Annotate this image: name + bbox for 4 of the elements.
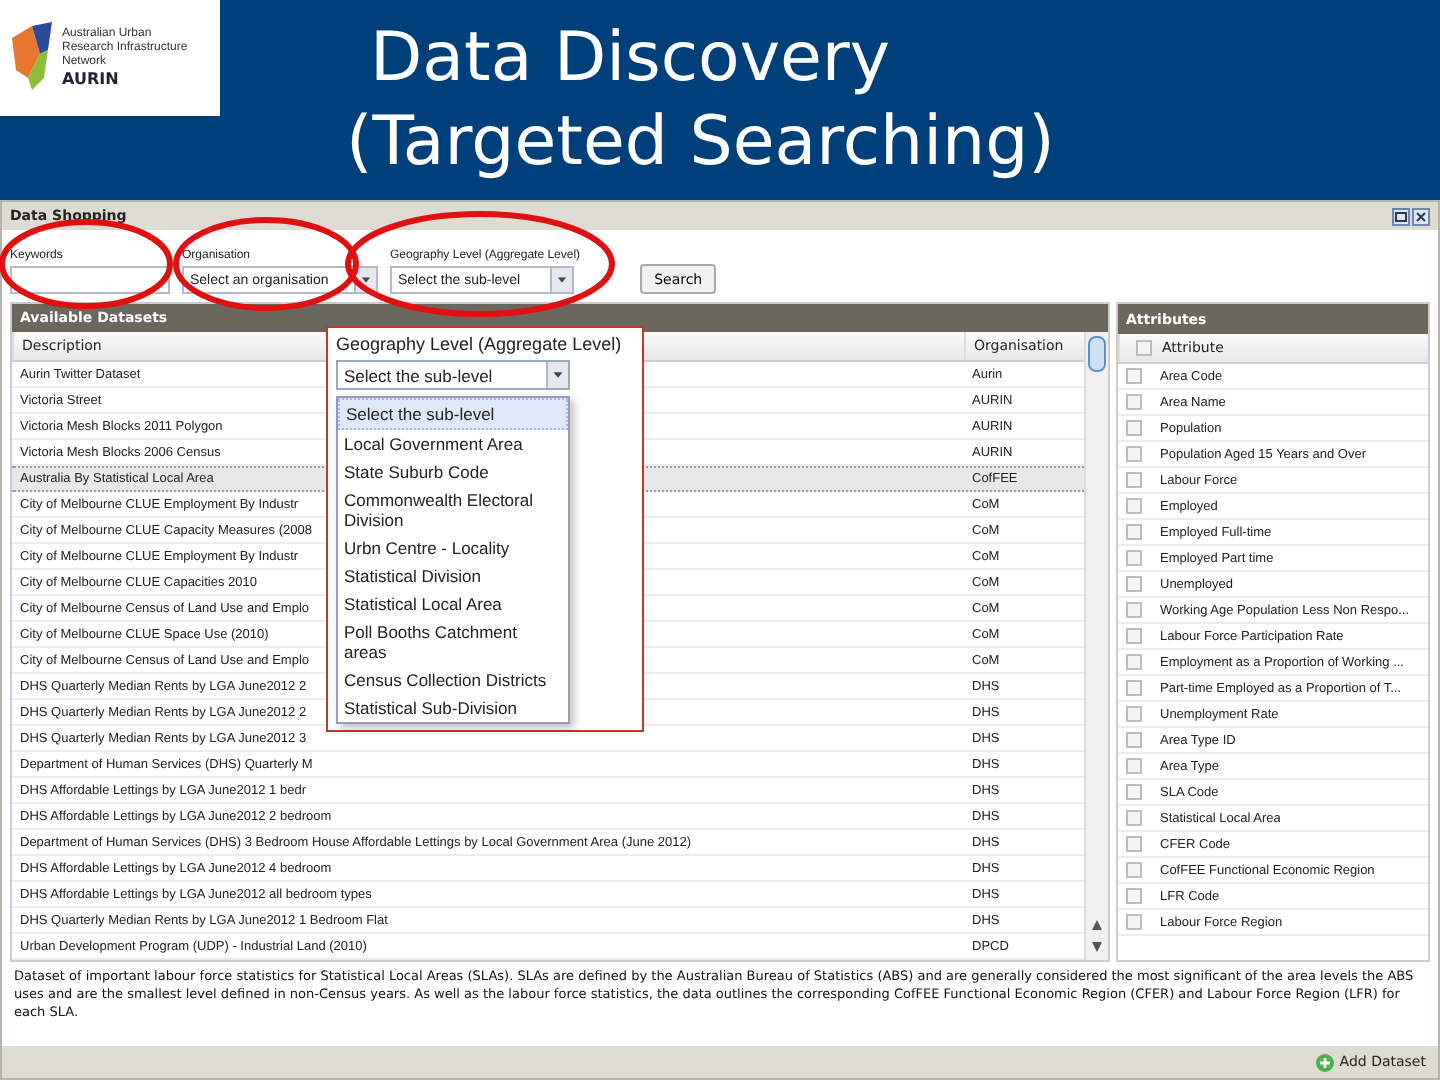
- slide-title: Data Discovery: [370, 16, 890, 100]
- popup-title: Geography Level (Aggregate Level): [336, 334, 624, 354]
- logo-name: AURIN: [62, 70, 121, 88]
- slide-title: (Targeted Searching): [346, 100, 1055, 184]
